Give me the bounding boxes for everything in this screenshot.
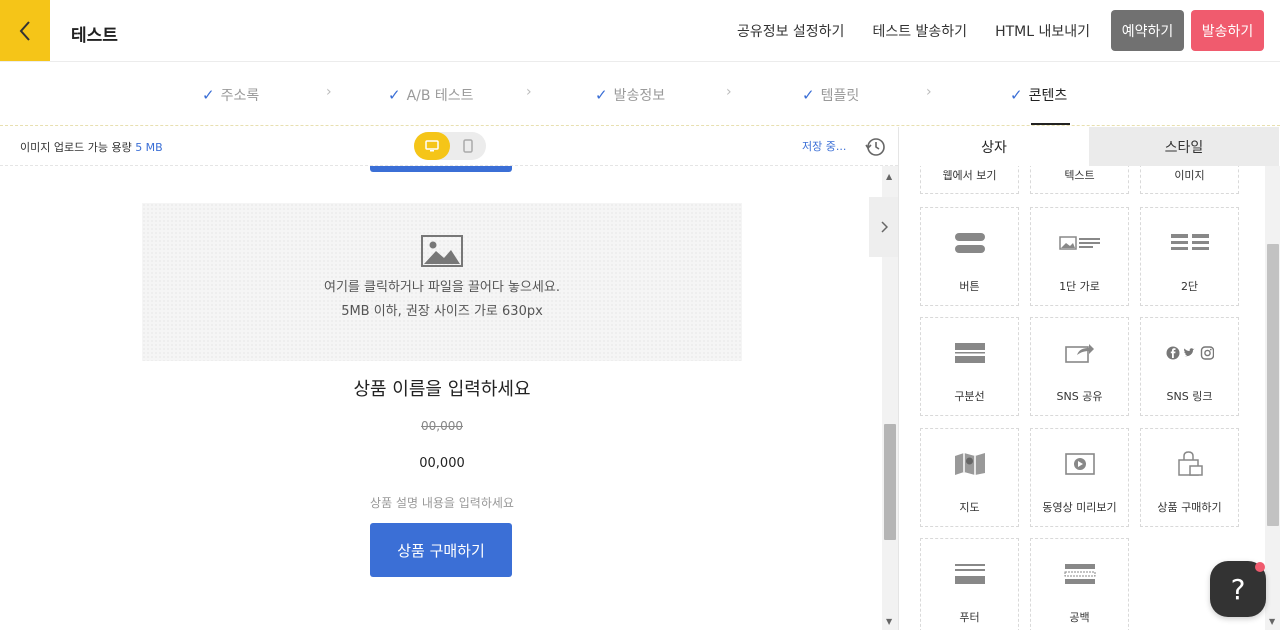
sns-link-icon xyxy=(1166,346,1214,360)
html-export-link[interactable]: HTML 내보내기 xyxy=(995,21,1090,41)
active-step-indicator xyxy=(1031,123,1070,125)
map-icon xyxy=(954,453,985,475)
device-toggle xyxy=(414,132,486,160)
editor-toolbar: 이미지 업로드 가능 용량 5 MB 저장 중... xyxy=(0,127,898,166)
mobile-view-button[interactable] xyxy=(450,132,486,160)
check-icon: ✓ xyxy=(1010,86,1023,104)
tab-box[interactable]: 상자 xyxy=(899,127,1089,166)
canvas-scroll-thumb[interactable] xyxy=(884,424,896,540)
video-icon xyxy=(1064,453,1095,475)
send-button[interactable]: 발송하기 xyxy=(1191,10,1264,51)
save-status: 저장 중... xyxy=(802,140,847,153)
chevron-right-icon: › xyxy=(526,84,532,100)
shopping-bag-icon xyxy=(1177,451,1203,476)
panel-collapse-button[interactable] xyxy=(869,197,898,257)
page-title: 테스트 xyxy=(71,26,118,46)
chevron-right-icon: › xyxy=(926,84,932,100)
spacer-icon xyxy=(1064,564,1095,584)
step-ab-test[interactable]: ✓ A/B 테스트 xyxy=(388,85,474,105)
share-icon xyxy=(1064,344,1094,363)
product-description-text[interactable]: 상품 설명 내용을 입력하세요 xyxy=(142,494,742,511)
desktop-view-button[interactable] xyxy=(414,132,450,160)
test-send-link[interactable]: 테스트 발송하기 xyxy=(872,21,967,41)
image-placeholder-icon xyxy=(421,235,463,267)
step-content[interactable]: ✓ 콘텐츠 xyxy=(1010,85,1067,105)
product-name-text[interactable]: 상품 이름을 입력하세요 xyxy=(142,375,742,401)
chevron-right-icon xyxy=(880,221,888,233)
two-column-icon xyxy=(1170,234,1209,250)
scroll-up-icon[interactable]: ▲ xyxy=(886,172,892,181)
desktop-icon xyxy=(425,140,439,152)
upload-limit-info: 이미지 업로드 가능 용량 5 MB xyxy=(20,141,163,154)
check-icon: ✓ xyxy=(802,86,815,104)
sale-price-text[interactable]: 00,000 xyxy=(142,456,742,471)
scroll-down-icon[interactable]: ▼ xyxy=(1269,617,1275,626)
original-price-text[interactable]: 00,000 xyxy=(142,419,742,433)
one-column-icon xyxy=(1058,236,1100,250)
tab-style[interactable]: 스타일 xyxy=(1089,127,1279,166)
step-send-info[interactable]: ✓ 발송정보 xyxy=(595,85,665,105)
top-header: 테스트 공유정보 설정하기 테스트 발송하기 HTML 내보내기 예약하기 발송… xyxy=(0,0,1280,62)
chevron-right-icon: › xyxy=(726,84,732,100)
panel-tabs: 상자 스타일 xyxy=(899,127,1280,166)
back-button[interactable] xyxy=(0,0,50,61)
footer-icon xyxy=(954,564,985,584)
button-icon xyxy=(954,233,985,253)
panel-scroll-thumb[interactable] xyxy=(1267,244,1279,526)
block-web-view[interactable]: 웹에서 보기 xyxy=(920,166,1019,194)
history-icon[interactable] xyxy=(864,136,886,158)
block-divider[interactable]: 구분선 xyxy=(920,317,1019,416)
drop-size-hint: 5MB 이하, 권장 사이즈 가로 630px xyxy=(341,304,543,319)
block-grid: 웹에서 보기 텍스트 이미지 버튼 1단 가로 2단 구분선 SNS 공유 SN… xyxy=(899,166,1265,630)
step-navigation: ✓ 주소록 › ✓ A/B 테스트 › ✓ 발송정보 › ✓ 템플릿 › ✓ 콘텐츠 xyxy=(0,62,1280,126)
scroll-down-icon[interactable]: ▼ xyxy=(886,617,892,626)
drop-instruction: 여기를 클릭하거나 파일을 끌어다 놓으세요. xyxy=(324,280,560,295)
block-map[interactable]: 지도 xyxy=(920,428,1019,527)
block-text[interactable]: 텍스트 xyxy=(1030,166,1129,194)
buy-product-button[interactable]: 상품 구매하기 xyxy=(370,523,512,577)
panel-scrollbar[interactable]: ▼ xyxy=(1265,166,1280,630)
previous-button-block[interactable] xyxy=(370,166,512,172)
check-icon: ✓ xyxy=(388,86,401,104)
email-canvas: 여기를 클릭하거나 파일을 끌어다 놓으세요. 5MB 이하, 권장 사이즈 가… xyxy=(0,166,882,630)
check-icon: ✓ xyxy=(202,86,215,104)
image-drop-zone[interactable]: 여기를 클릭하거나 파일을 끌어다 놓으세요. 5MB 이하, 권장 사이즈 가… xyxy=(142,203,742,361)
block-two-column[interactable]: 2단 xyxy=(1140,207,1239,306)
step-template[interactable]: ✓ 템플릿 xyxy=(802,85,859,105)
chevron-right-icon: › xyxy=(326,84,332,100)
block-image[interactable]: 이미지 xyxy=(1140,166,1239,194)
block-spacer[interactable]: 공백 xyxy=(1030,538,1129,630)
block-video-preview[interactable]: 동영상 미리보기 xyxy=(1030,428,1129,527)
block-sns-share[interactable]: SNS 공유 xyxy=(1030,317,1129,416)
reserve-button[interactable]: 예약하기 xyxy=(1111,10,1184,51)
blocks-panel: 상자 스타일 웹에서 보기 텍스트 이미지 버튼 1단 가로 2단 구분선 SN… xyxy=(898,127,1280,630)
block-one-column[interactable]: 1단 가로 xyxy=(1030,207,1129,306)
mobile-icon xyxy=(463,139,473,153)
check-icon: ✓ xyxy=(595,86,608,104)
step-address-book[interactable]: ✓ 주소록 xyxy=(202,85,259,105)
divider-icon xyxy=(954,343,985,363)
block-sns-link[interactable]: SNS 링크 xyxy=(1140,317,1239,416)
question-icon: ? xyxy=(1230,572,1246,606)
block-buy-product[interactable]: 상품 구매하기 xyxy=(1140,428,1239,527)
block-footer[interactable]: 푸터 xyxy=(920,538,1019,630)
notification-dot xyxy=(1255,562,1265,572)
chevron-left-icon xyxy=(19,20,30,41)
block-button[interactable]: 버튼 xyxy=(920,207,1019,306)
share-settings-link[interactable]: 공유정보 설정하기 xyxy=(737,21,845,41)
header-actions: 공유정보 설정하기 테스트 발송하기 HTML 내보내기 예약하기 발송하기 xyxy=(737,0,1280,61)
